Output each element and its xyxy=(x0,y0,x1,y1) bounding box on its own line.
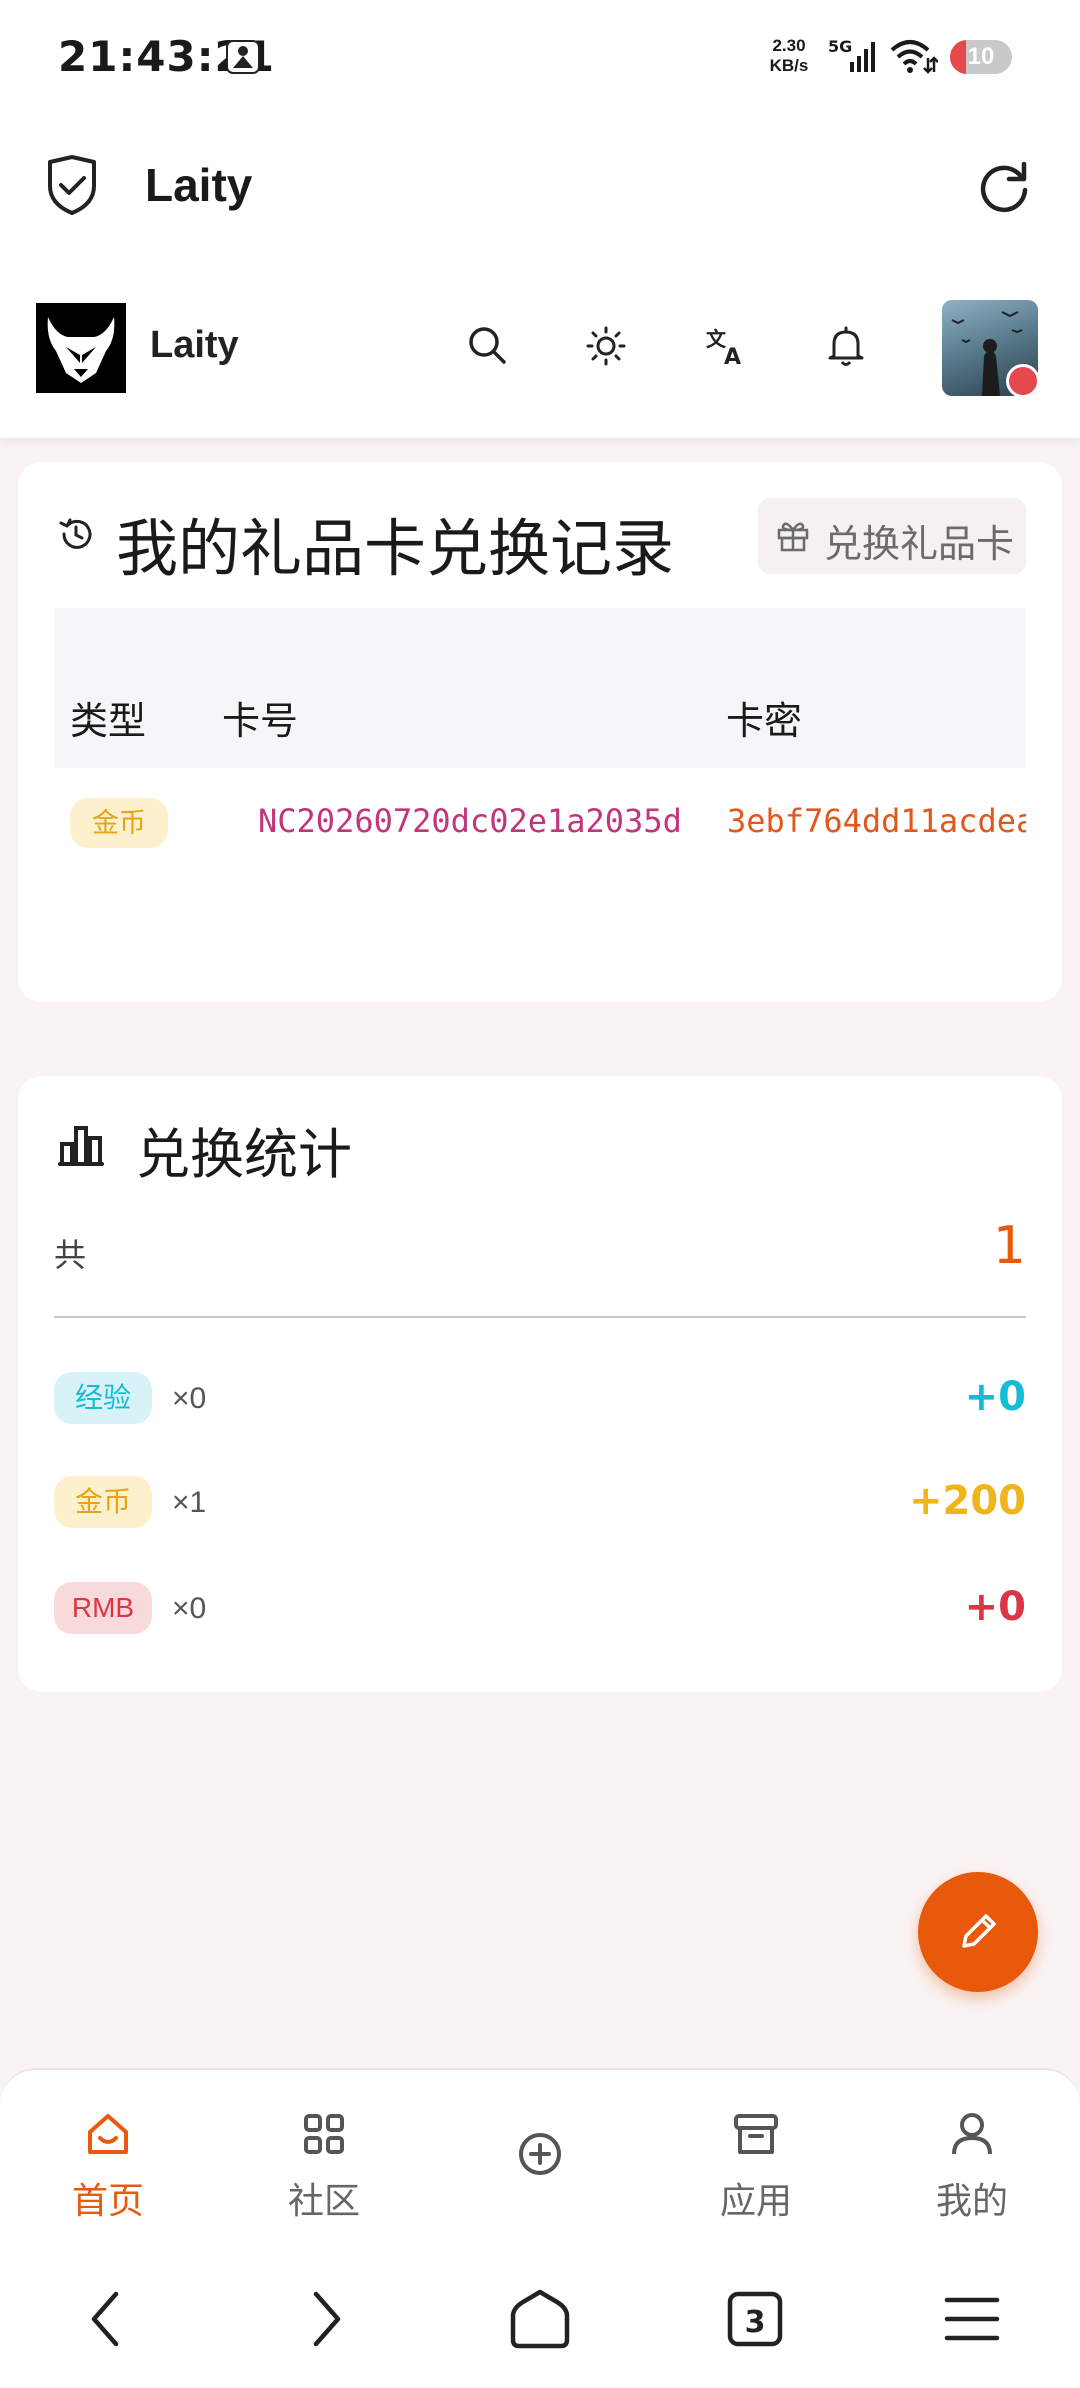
exp-badge: 经验 xyxy=(54,1372,152,1424)
nav-home-label: 首页 xyxy=(71,2180,144,2221)
column-card-secret: 卡密 xyxy=(726,701,803,743)
person-icon xyxy=(226,40,260,74)
redemption-records-card: 我的礼品卡兑换记录 兑换礼品卡 类型 卡号 卡密 金币 NC20260720dc… xyxy=(18,462,1062,1002)
card-secret[interactable]: 3ebf764dd11acdea xyxy=(727,802,1026,840)
home-icon xyxy=(88,2114,128,2154)
bell-icon[interactable] xyxy=(820,320,872,372)
nav-publish[interactable] xyxy=(470,2130,610,2260)
tabs-icon[interactable]: 3 xyxy=(720,2284,790,2354)
rmb-badge: RMB xyxy=(54,1582,152,1634)
nav-community[interactable]: 社区 xyxy=(254,2110,394,2240)
nav-me-label: 我的 xyxy=(935,2180,1008,2221)
battery-icon: 10 xyxy=(950,40,1012,74)
gift-icon xyxy=(777,522,809,552)
speed-unit: KB/s xyxy=(769,56,809,75)
shield-badge-icon xyxy=(1006,364,1040,398)
system-nav-bar: 3 xyxy=(0,2250,1080,2388)
nav-apps[interactable]: 应用 xyxy=(686,2110,826,2240)
nav-community-label: 社区 xyxy=(287,2180,360,2221)
compose-button[interactable] xyxy=(918,1872,1038,1992)
coin-value: +200 xyxy=(908,1478,1026,1524)
grid-icon xyxy=(304,2114,344,2154)
column-type: 类型 xyxy=(70,701,147,743)
pencil-icon xyxy=(962,1914,996,1948)
translate-icon[interactable]: 文 A xyxy=(700,320,752,372)
stat-row-rmb: RMB ×0 +0 xyxy=(54,1582,1026,1638)
app-title: Laity xyxy=(145,159,253,211)
exp-value: +0 xyxy=(964,1374,1026,1420)
stat-row-exp: 经验 ×0 +0 xyxy=(54,1372,1026,1428)
menu-icon[interactable] xyxy=(937,2284,1007,2354)
speed-value: 2.30 xyxy=(772,36,806,55)
site-logo[interactable] xyxy=(36,303,126,393)
table-row: 金币 NC20260720dc02e1a2035d 3ebf764dd11acd… xyxy=(54,768,1026,878)
home-outline-icon[interactable] xyxy=(505,2284,575,2354)
battery-level: 10 xyxy=(967,43,995,70)
stats-title: 兑换统计 xyxy=(136,1125,352,1185)
signal-icon: 5G xyxy=(828,37,875,72)
nav-home[interactable]: 首页 xyxy=(38,2110,178,2240)
app-bar: Laity xyxy=(0,118,1080,256)
exp-count: ×0 xyxy=(172,1382,207,1415)
bottom-nav: 首页 社区 应用 我的 xyxy=(0,2068,1080,2250)
theme-toggle-icon[interactable] xyxy=(580,320,632,372)
divider xyxy=(54,1316,1026,1318)
bar-chart-icon xyxy=(58,1126,104,1166)
site-header: Laity 文 A xyxy=(0,256,1080,438)
shield-check-icon[interactable] xyxy=(44,154,100,216)
coin-count: ×1 xyxy=(172,1486,207,1519)
nav-apps-label: 应用 xyxy=(719,2180,792,2221)
refresh-icon[interactable] xyxy=(976,158,1032,214)
table-header: 类型 卡号 卡密 xyxy=(54,608,1026,768)
wifi-icon xyxy=(890,40,938,74)
network-speed: 2.30 KB/s xyxy=(762,36,816,76)
svg-text:A: A xyxy=(724,345,741,370)
coin-badge: 金币 xyxy=(54,1476,152,1528)
stat-row-coin: 金币 ×1 +200 xyxy=(54,1476,1026,1532)
user-icon xyxy=(952,2113,992,2155)
status-bar: 21:43:21 2.30 KB/s 5G 10 xyxy=(0,0,1080,118)
total-label: 共 xyxy=(54,1237,87,1273)
forward-icon[interactable] xyxy=(290,2284,360,2354)
horned-mask-icon xyxy=(47,317,115,383)
site-brand: Laity xyxy=(150,324,239,366)
type-badge: 金币 xyxy=(70,798,168,848)
redeem-gift-card-button[interactable]: 兑换礼品卡 xyxy=(758,498,1026,574)
column-card-number: 卡号 xyxy=(222,701,299,743)
svg-text:5G: 5G xyxy=(828,37,852,56)
records-title: 我的礼品卡兑换记录 xyxy=(116,515,675,584)
redemption-stats-card: 兑换统计 共 1 经验 ×0 +0 金币 ×1 +200 RMB ×0 +0 xyxy=(18,1076,1062,1692)
card-number[interactable]: NC20260720dc02e1a2035d xyxy=(258,802,682,840)
search-icon[interactable] xyxy=(462,320,514,372)
svg-text:3: 3 xyxy=(745,2305,766,2340)
total-value: 1 xyxy=(992,1216,1026,1276)
rmb-value: +0 xyxy=(964,1584,1026,1630)
back-icon[interactable] xyxy=(72,2284,142,2354)
redeem-button-label: 兑换礼品卡 xyxy=(824,524,1015,566)
rmb-count: ×0 xyxy=(172,1592,207,1625)
archive-icon xyxy=(734,2114,778,2154)
plus-circle-icon xyxy=(519,2133,561,2175)
nav-me[interactable]: 我的 xyxy=(902,2110,1042,2240)
history-icon xyxy=(59,518,92,549)
